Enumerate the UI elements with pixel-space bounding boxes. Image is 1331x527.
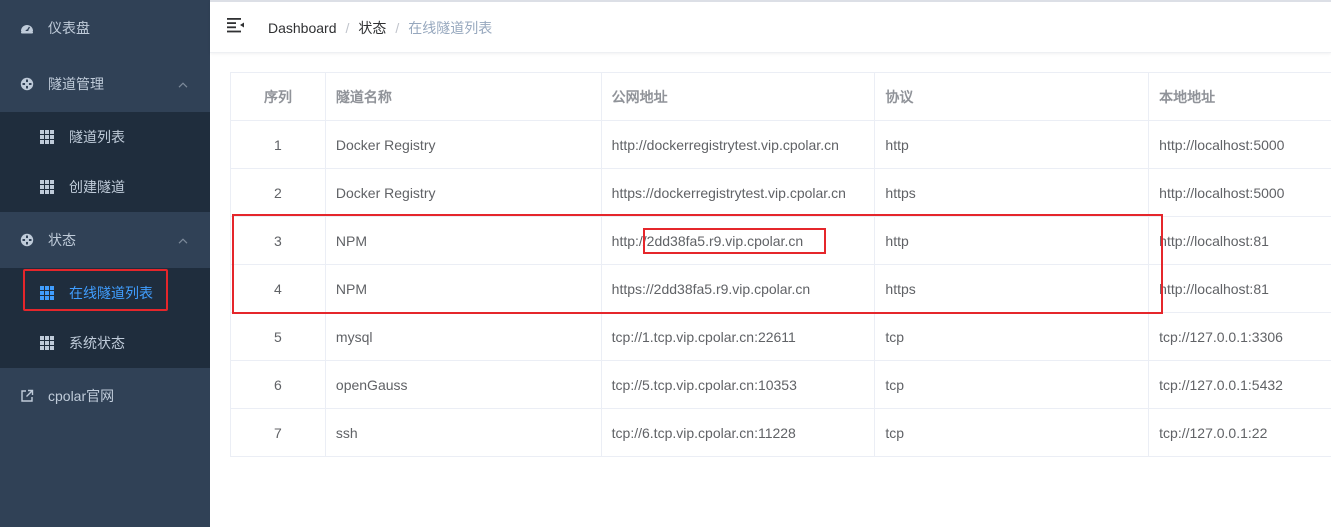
sidebar-item-label: 系统状态 — [69, 335, 125, 351]
cell-public-address: https://dockerregistrytest.vip.cpolar.cn — [602, 169, 876, 216]
cell-index: 6 — [231, 361, 326, 408]
cell-public-address: tcp://1.tcp.vip.cpolar.cn:22611 — [602, 313, 876, 360]
cell-protocol: http — [875, 217, 1150, 264]
cell-local-address: tcp://127.0.0.1:22 — [1159, 425, 1268, 441]
table-row: 5 mysql tcp://1.tcp.vip.cpolar.cn:22611 tcp… — [231, 313, 1331, 361]
cell-public-address: https://2dd38fa5.r9.vip.cpolar.cn — [602, 265, 876, 312]
cell-local-address: tcp://127.0.0.1:5432 — [1159, 376, 1283, 393]
navbar: Dashboard / 状态 / 在线隧道列表 — [210, 0, 1331, 53]
cell-public-address: http://dockerregistrytest.vip.cpolar.cn — [602, 121, 876, 168]
breadcrumb-item: 状态 — [358, 20, 387, 36]
sidebar: 仪表盘 隧道管理 隧道列表 创建隧道 状态 在线隧道列表 系统状态 cpolar… — [0, 0, 210, 527]
table-row: 4 NPM https://2dd38fa5.r9.vip.cpolar.cn htt… — [231, 265, 1331, 313]
cell-name: Docker Registry — [326, 121, 602, 168]
column-header-local-address: 本地地址 — [1159, 88, 1216, 105]
cell-protocol: tcp — [875, 313, 1150, 360]
sidebar-item-website[interactable]: cpolar官网 — [0, 368, 210, 424]
cell-name: openGauss — [326, 361, 602, 408]
breadcrumb-item-current: 在线隧道列表 — [408, 20, 493, 36]
sidebar-item-tunnel-list[interactable]: 隧道列表 — [0, 112, 210, 162]
cell-index: 3 — [231, 217, 326, 264]
sidebar-item-online-tunnels[interactable]: 在线隧道列表 — [0, 268, 210, 318]
sidebar-item-label: cpolar官网 — [48, 388, 115, 404]
sidebar-item-dashboard[interactable]: 仪表盘 — [0, 0, 210, 56]
chevron-up-icon — [178, 238, 188, 244]
cell-name: NPM — [326, 217, 602, 264]
sidebar-item-label: 创建隧道 — [69, 179, 125, 195]
column-header-protocol: 协议 — [875, 73, 1150, 120]
column-header-index: 序列 — [231, 73, 326, 120]
sidebar-item-label: 仪表盘 — [48, 20, 90, 36]
column-header-name: 隧道名称 — [326, 73, 602, 120]
cell-index: 4 — [231, 265, 326, 312]
cell-index: 5 — [231, 313, 326, 360]
grid-icon — [40, 286, 54, 300]
dashboard-icon — [21, 25, 33, 34]
cell-local-address: http://localhost:5000 — [1159, 136, 1285, 153]
circle-cross-icon — [20, 233, 34, 247]
cell-name: mysql — [326, 313, 602, 360]
cell-name: ssh — [326, 409, 602, 456]
breadcrumb-item[interactable]: Dashboard — [268, 20, 337, 36]
cell-protocol: tcp — [875, 409, 1150, 456]
cell-name: NPM — [326, 265, 602, 312]
table-row: 7 ssh tcp://6.tcp.vip.cpolar.cn:11228 tcp tc… — [231, 409, 1331, 456]
sidebar-item-label: 隧道列表 — [69, 129, 125, 145]
chevron-up-icon — [178, 82, 188, 88]
submenu-tunnel-management: 隧道列表 创建隧道 — [0, 112, 210, 212]
column-header-public-address: 公网地址 — [602, 73, 876, 120]
external-link-icon — [21, 389, 34, 402]
circle-cross-icon — [20, 77, 34, 91]
grid-icon — [40, 180, 54, 194]
table-header: 序列 隧道名称 公网地址 协议 本地地址 — [231, 73, 1331, 121]
breadcrumb: Dashboard / 状态 / 在线隧道列表 — [268, 20, 493, 36]
table-row: 1 Docker Registry http://dockerregistrytes… — [231, 121, 1331, 169]
cell-public-address: tcp://5.tcp.vip.cpolar.cn:10353 — [602, 361, 876, 408]
cell-local-address: tcp://127.0.0.1:3306 — [1159, 328, 1283, 345]
cell-local-address: http://localhost:81 — [1159, 280, 1269, 297]
sidebar-item-label: 隧道管理 — [48, 76, 104, 92]
tunnel-table: 序列 隧道名称 公网地址 协议 本地地址 1 Docker Registry htt… — [230, 72, 1331, 457]
cell-name: Docker Registry — [326, 169, 602, 216]
sidebar-item-label: 在线隧道列表 — [69, 285, 153, 301]
cell-public-address: http://2dd38fa5.r9.vip.cpolar.cn — [602, 217, 876, 264]
cell-protocol: tcp — [875, 361, 1150, 408]
table-body: 1 Docker Registry http://dockerregistrytes… — [231, 121, 1331, 456]
table-row: 3 NPM http://2dd38fa5.r9.vip.cpolar.cn http… — [231, 217, 1331, 265]
sidebar-item-system-status[interactable]: 系统状态 — [0, 318, 210, 368]
table-row: 6 openGauss tcp://5.tcp.vip.cpolar.cn:1035… — [231, 361, 1331, 409]
cell-public-address: tcp://6.tcp.vip.cpolar.cn:11228 — [602, 409, 876, 456]
cell-protocol: http — [875, 121, 1150, 168]
cell-index: 1 — [231, 121, 326, 168]
cell-index: 2 — [231, 169, 326, 216]
hamburger-icon[interactable] — [227, 17, 245, 33]
sidebar-item-create-tunnel[interactable]: 创建隧道 — [0, 162, 210, 212]
grid-icon — [40, 336, 54, 350]
table-row: 2 Docker Registry https://dockerregistryte… — [231, 169, 1331, 217]
sidebar-item-label: 状态 — [48, 232, 76, 248]
grid-icon — [40, 130, 54, 144]
cell-index: 7 — [231, 409, 326, 456]
sidebar-item-status[interactable]: 状态 — [0, 212, 210, 268]
sidebar-item-tunnel-management[interactable]: 隧道管理 — [0, 56, 210, 112]
cell-local-address: http://localhost:5000 — [1159, 184, 1285, 201]
cell-protocol: https — [875, 169, 1150, 216]
cell-local-address: http://localhost:81 — [1159, 232, 1269, 249]
submenu-status: 在线隧道列表 系统状态 — [0, 268, 210, 368]
cell-protocol: https — [875, 265, 1150, 312]
